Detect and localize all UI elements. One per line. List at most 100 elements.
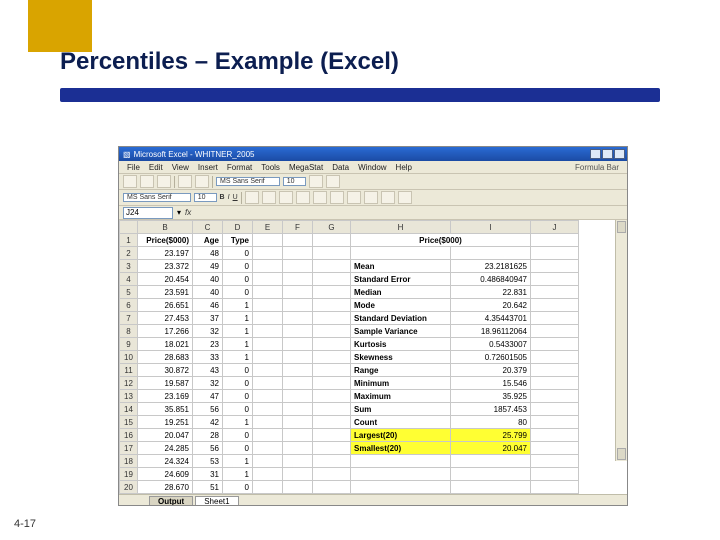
row-header[interactable]: 2 — [120, 247, 138, 260]
toolbar-button[interactable] — [309, 175, 323, 188]
stat-value-cell[interactable]: 18.96112064 — [451, 325, 531, 338]
toolbar-button[interactable] — [296, 191, 310, 204]
underline-button[interactable]: U — [233, 194, 238, 201]
stat-value-cell[interactable]: 35.925 — [451, 390, 531, 403]
stat-value-cell[interactable]: 4.35443701 — [451, 312, 531, 325]
cell[interactable]: 49 — [193, 260, 223, 273]
cell[interactable] — [283, 390, 313, 403]
toolbar-button[interactable] — [398, 191, 412, 204]
cell[interactable]: 1 — [223, 416, 253, 429]
cell[interactable] — [531, 468, 579, 481]
stat-label-cell[interactable]: Range — [351, 364, 451, 377]
cell[interactable]: 19.251 — [138, 416, 193, 429]
row-header[interactable]: 1 — [120, 234, 138, 247]
cell[interactable]: 56 — [193, 442, 223, 455]
cell[interactable]: 23.169 — [138, 390, 193, 403]
toolbar-button[interactable] — [123, 175, 137, 188]
cell[interactable]: 24.324 — [138, 455, 193, 468]
menu-tools[interactable]: Tools — [261, 163, 280, 172]
cell[interactable]: 37 — [193, 312, 223, 325]
cell[interactable]: 20.454 — [138, 273, 193, 286]
cell[interactable] — [253, 325, 283, 338]
close-button[interactable] — [614, 149, 625, 159]
stat-label-cell[interactable]: Minimum — [351, 377, 451, 390]
cell[interactable] — [253, 468, 283, 481]
cell[interactable]: 28.670 — [138, 481, 193, 494]
cell[interactable] — [283, 299, 313, 312]
cell[interactable]: 0 — [223, 429, 253, 442]
cell[interactable]: 19.587 — [138, 377, 193, 390]
menu-file[interactable]: File — [127, 163, 140, 172]
cell[interactable] — [283, 364, 313, 377]
cell[interactable] — [313, 403, 351, 416]
cell[interactable]: 23.197 — [138, 247, 193, 260]
cell[interactable] — [283, 481, 313, 494]
stat-label-cell[interactable]: Sum — [351, 403, 451, 416]
stat-value-cell[interactable]: 0.486840947 — [451, 273, 531, 286]
row-header[interactable]: 3 — [120, 260, 138, 273]
col-header[interactable]: C — [193, 221, 223, 234]
toolbar-button[interactable] — [245, 191, 259, 204]
col-header[interactable]: E — [253, 221, 283, 234]
cell[interactable] — [451, 247, 531, 260]
toolbar-button[interactable] — [330, 191, 344, 204]
cell[interactable]: 40 — [193, 286, 223, 299]
cell[interactable] — [313, 416, 351, 429]
stat-label-cell[interactable]: Mode — [351, 299, 451, 312]
row-header[interactable]: 19 — [120, 468, 138, 481]
cell[interactable]: 0 — [223, 260, 253, 273]
vertical-scrollbar[interactable] — [615, 220, 627, 461]
cell[interactable] — [351, 247, 451, 260]
cell[interactable]: 47 — [193, 390, 223, 403]
cell[interactable]: 0 — [223, 403, 253, 416]
stat-value-cell[interactable]: 22.831 — [451, 286, 531, 299]
cell[interactable] — [283, 312, 313, 325]
cell[interactable] — [283, 403, 313, 416]
cell[interactable] — [531, 403, 579, 416]
maximize-button[interactable] — [602, 149, 613, 159]
cell[interactable]: 1 — [223, 299, 253, 312]
cell[interactable] — [283, 468, 313, 481]
col-header[interactable]: H — [351, 221, 451, 234]
col-header[interactable]: G — [313, 221, 351, 234]
toolbar-button[interactable] — [157, 175, 171, 188]
cell[interactable]: 40 — [193, 273, 223, 286]
cell[interactable] — [531, 390, 579, 403]
stat-label-cell[interactable]: Mean — [351, 260, 451, 273]
cell[interactable]: 0 — [223, 247, 253, 260]
cell[interactable]: 0 — [223, 377, 253, 390]
cell[interactable] — [531, 338, 579, 351]
stat-label-cell[interactable]: Skewness — [351, 351, 451, 364]
cell[interactable]: 33 — [193, 351, 223, 364]
cell[interactable] — [313, 299, 351, 312]
toolbar-button[interactable] — [140, 175, 154, 188]
row-header[interactable]: 10 — [120, 351, 138, 364]
stat-value-cell[interactable]: 15.546 — [451, 377, 531, 390]
cell[interactable]: 48 — [193, 247, 223, 260]
cell[interactable] — [531, 299, 579, 312]
cell[interactable] — [313, 377, 351, 390]
toolbar-button[interactable] — [178, 175, 192, 188]
cell[interactable] — [313, 338, 351, 351]
cell[interactable]: 24.285 — [138, 442, 193, 455]
cell[interactable]: 30.872 — [138, 364, 193, 377]
cell[interactable] — [283, 286, 313, 299]
cell[interactable] — [283, 416, 313, 429]
row-header[interactable]: 5 — [120, 286, 138, 299]
cell[interactable] — [313, 442, 351, 455]
cell[interactable] — [253, 286, 283, 299]
cell[interactable] — [283, 351, 313, 364]
menu-data[interactable]: Data — [332, 163, 349, 172]
cell[interactable] — [531, 377, 579, 390]
cell[interactable] — [313, 234, 351, 247]
cell[interactable]: 46 — [193, 299, 223, 312]
cell[interactable]: 0 — [223, 364, 253, 377]
cell[interactable] — [283, 247, 313, 260]
cell[interactable] — [531, 260, 579, 273]
cell[interactable] — [253, 247, 283, 260]
cell[interactable]: 26.651 — [138, 299, 193, 312]
stat-label-cell[interactable]: Count — [351, 416, 451, 429]
cell[interactable] — [531, 442, 579, 455]
cell[interactable] — [283, 273, 313, 286]
row-header[interactable]: 14 — [120, 403, 138, 416]
